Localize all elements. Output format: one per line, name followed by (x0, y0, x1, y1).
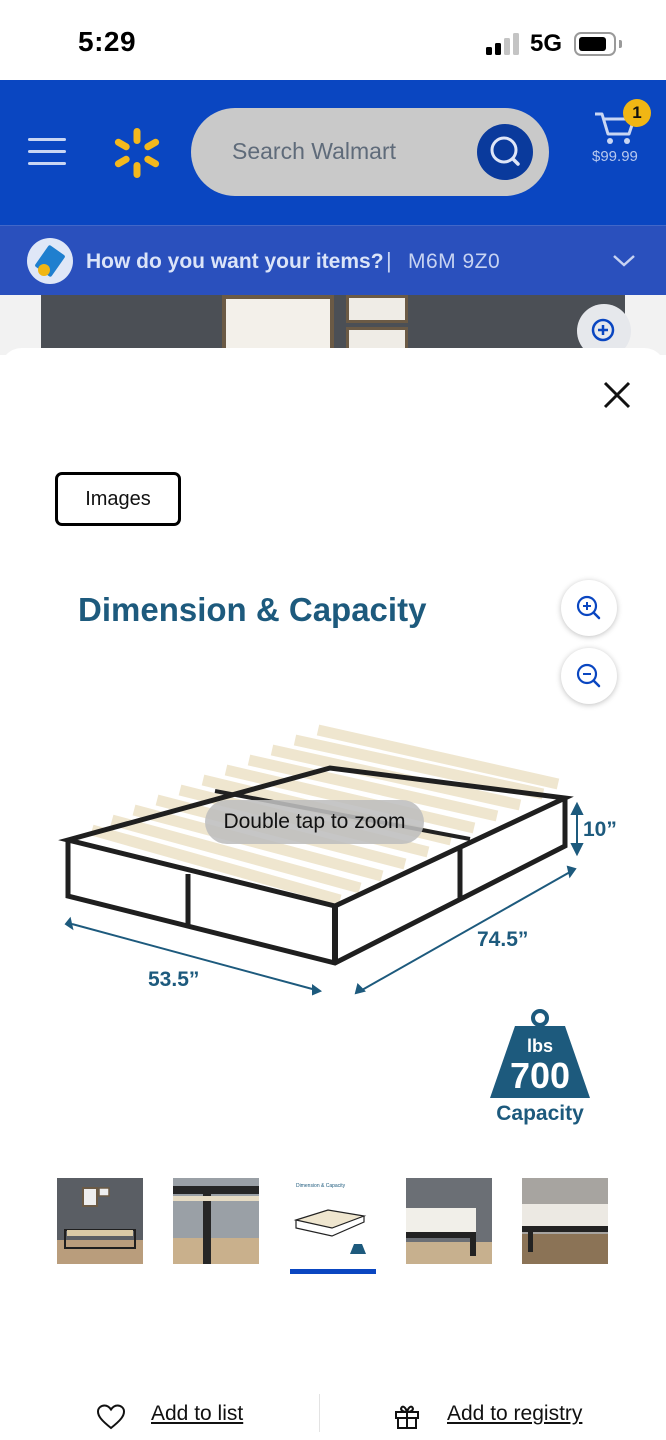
status-time: 5:29 (78, 26, 137, 57)
postal-code: M6M 9Z0 (408, 250, 501, 273)
weight-unit: lbs (527, 1036, 553, 1056)
thumbnail-3-title: Dimension & Capacity (296, 1183, 346, 1189)
double-tap-hint: Double tap to zoom (205, 800, 424, 844)
close-icon[interactable] (600, 378, 634, 412)
divider (319, 1394, 320, 1432)
add-to-list-link[interactable]: Add to list (151, 1402, 243, 1426)
chevron-down-icon[interactable] (612, 250, 636, 270)
thumbnail-4[interactable] (406, 1178, 492, 1264)
menu-icon[interactable] (28, 138, 68, 168)
thumbnail-2[interactable] (173, 1178, 259, 1264)
cart-count-badge: 1 (623, 99, 651, 127)
zoom-in-icon (576, 595, 601, 620)
thumbnail-1[interactable] (57, 1178, 143, 1264)
network-type: 5G (530, 30, 563, 57)
width-label: 53.5” (148, 968, 199, 991)
search-input[interactable]: Search Walmart (191, 108, 549, 196)
search-button[interactable] (477, 124, 533, 180)
header: Search Walmart (0, 80, 666, 225)
zoom-out-icon (576, 663, 601, 688)
weight-value: 700 (510, 1055, 570, 1096)
thumbnail-5[interactable] (522, 1178, 608, 1264)
product-image-background (0, 295, 666, 355)
cart-total: $99.99 (592, 148, 638, 165)
delivery-options-bar[interactable]: How do you want your items? | M6M 9Z0 (0, 225, 666, 295)
search-placeholder: Search Walmart (232, 138, 397, 164)
search-icon (490, 136, 520, 166)
delivery-separator: | (386, 248, 392, 273)
tab-images[interactable]: Images (55, 472, 181, 526)
bottom-action-bar: Add to list Add to registry (0, 1380, 666, 1440)
signal-icon (486, 33, 520, 55)
delivery-question: How do you want your items? (86, 250, 384, 273)
thumbnail-strip: Dimension & Capacity (0, 1178, 666, 1278)
add-to-registry-link[interactable]: Add to registry (447, 1402, 582, 1426)
gift-icon[interactable] (393, 1402, 421, 1430)
thumbnail-3[interactable]: Dimension & Capacity (290, 1178, 376, 1264)
zoom-in-button[interactable] (561, 580, 617, 636)
zoom-out-button[interactable] (561, 648, 617, 704)
height-label: 10” (583, 818, 617, 841)
length-label: 74.5” (477, 928, 528, 951)
weight-caption: Capacity (496, 1102, 584, 1125)
battery-icon (574, 32, 616, 56)
status-bar: 5:29 5G (0, 0, 666, 82)
image-title: Dimension & Capacity (78, 591, 427, 628)
walmart-spark-icon[interactable] (110, 126, 164, 180)
thumbnail-selected-indicator (290, 1269, 376, 1274)
heart-icon[interactable] (97, 1404, 125, 1430)
delivery-icon (27, 238, 73, 284)
